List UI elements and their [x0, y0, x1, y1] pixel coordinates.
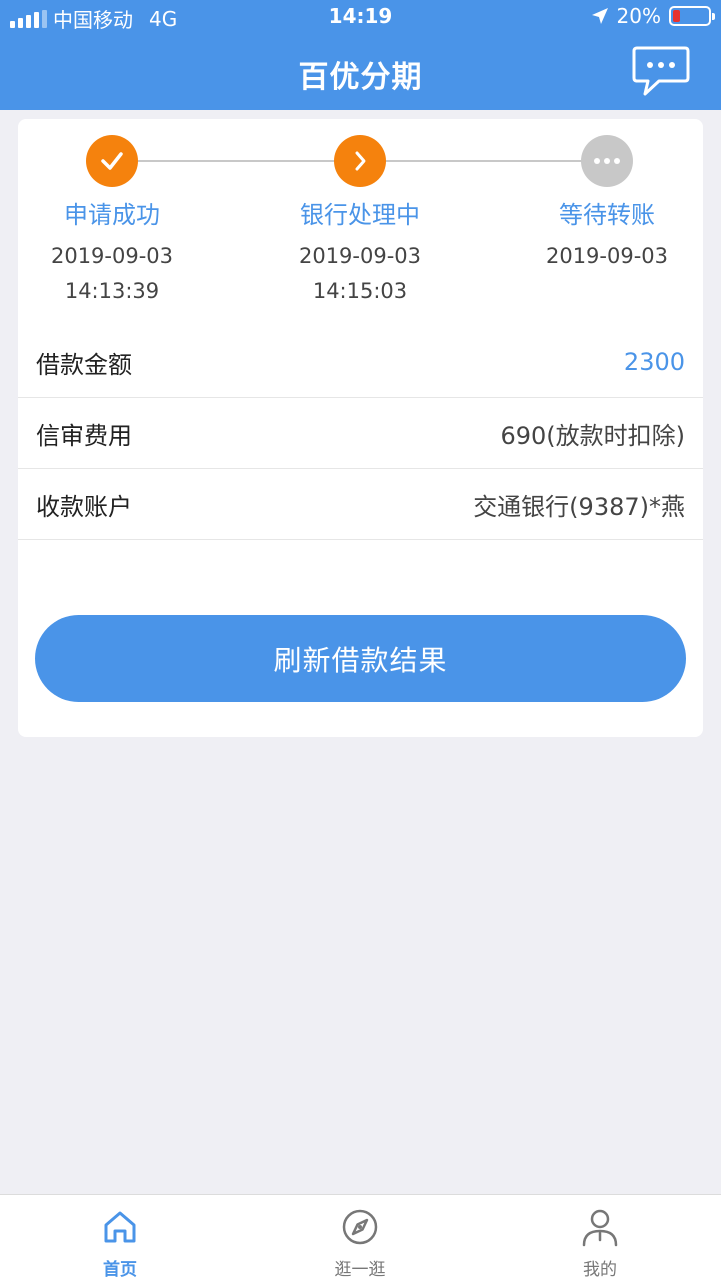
step-label: 申请成功: [64, 201, 160, 229]
step-apply-success: 申请成功 2019-09-03 14:13:39: [12, 135, 212, 309]
chevron-right-icon: [355, 151, 366, 171]
receiving-account-row: 收款账户 交通银行(9387)*燕: [18, 469, 703, 540]
status-bar: 中国移动 4G 14:19 20%: [0, 0, 721, 34]
step-bank-processing: 银行处理中 2019-09-03 14:15:03: [260, 135, 460, 309]
step-circle: [581, 135, 633, 187]
tab-browse[interactable]: 逛一逛: [280, 1207, 440, 1280]
chat-bubble-icon: [632, 46, 690, 96]
refresh-loan-result-button[interactable]: 刷新借款结果: [35, 615, 686, 702]
header: 中国移动 4G 14:19 20% 百优分期: [0, 0, 721, 110]
ellipsis-icon: [594, 158, 620, 164]
page-title: 百优分期: [298, 60, 423, 95]
step-date: 2019-09-03: [507, 239, 707, 274]
step-date: 2019-09-03 14:15:03: [260, 239, 460, 309]
step-date-day: 2019-09-03: [298, 244, 422, 268]
battery-level: [673, 10, 680, 22]
step-date-time: 14:15:03: [312, 279, 408, 303]
step-label: 等待转账: [559, 201, 655, 229]
step-circle: [334, 135, 386, 187]
step-await-transfer: 等待转账 2019-09-03: [507, 135, 707, 274]
step-label: 银行处理中: [300, 201, 420, 229]
step-circle: [86, 135, 138, 187]
loan-status-card: 申请成功 2019-09-03 14:13:39 银行处理中 2019-09-0…: [18, 119, 703, 737]
review-fee-value: 690(放款时扣除): [500, 421, 685, 450]
home-icon: [104, 1211, 136, 1243]
step-date: 2019-09-03 14:13:39: [12, 239, 212, 309]
user-icon: [582, 1209, 618, 1247]
loan-amount-row: 借款金额 2300: [18, 327, 703, 398]
check-icon: [101, 152, 123, 170]
receiving-account-label: 收款账户: [36, 492, 132, 521]
compass-icon: [342, 1209, 378, 1245]
tab-bar: 首页 逛一逛 我的: [0, 1194, 721, 1280]
step-date-day: 2019-09-03: [545, 244, 669, 268]
loan-amount-label: 借款金额: [36, 350, 132, 379]
tab-label: 首页: [103, 1260, 137, 1280]
message-button[interactable]: [631, 44, 691, 100]
receiving-account-value: 交通银行(9387)*燕: [473, 492, 685, 521]
step-date-day: 2019-09-03: [50, 244, 174, 268]
battery-percent: 20%: [616, 4, 661, 28]
location-arrow-icon: [591, 8, 608, 24]
tab-label: 逛一逛: [334, 1260, 386, 1280]
review-fee-label: 信审费用: [36, 421, 132, 450]
tab-mine[interactable]: 我的: [520, 1207, 680, 1280]
battery-icon: [669, 6, 715, 26]
review-fee-row: 信审费用 690(放款时扣除): [18, 398, 703, 469]
tab-label: 我的: [583, 1260, 617, 1280]
loan-amount-value: 2300: [623, 348, 685, 376]
tab-home[interactable]: 首页: [40, 1207, 200, 1280]
step-date-time: 14:13:39: [64, 279, 160, 303]
